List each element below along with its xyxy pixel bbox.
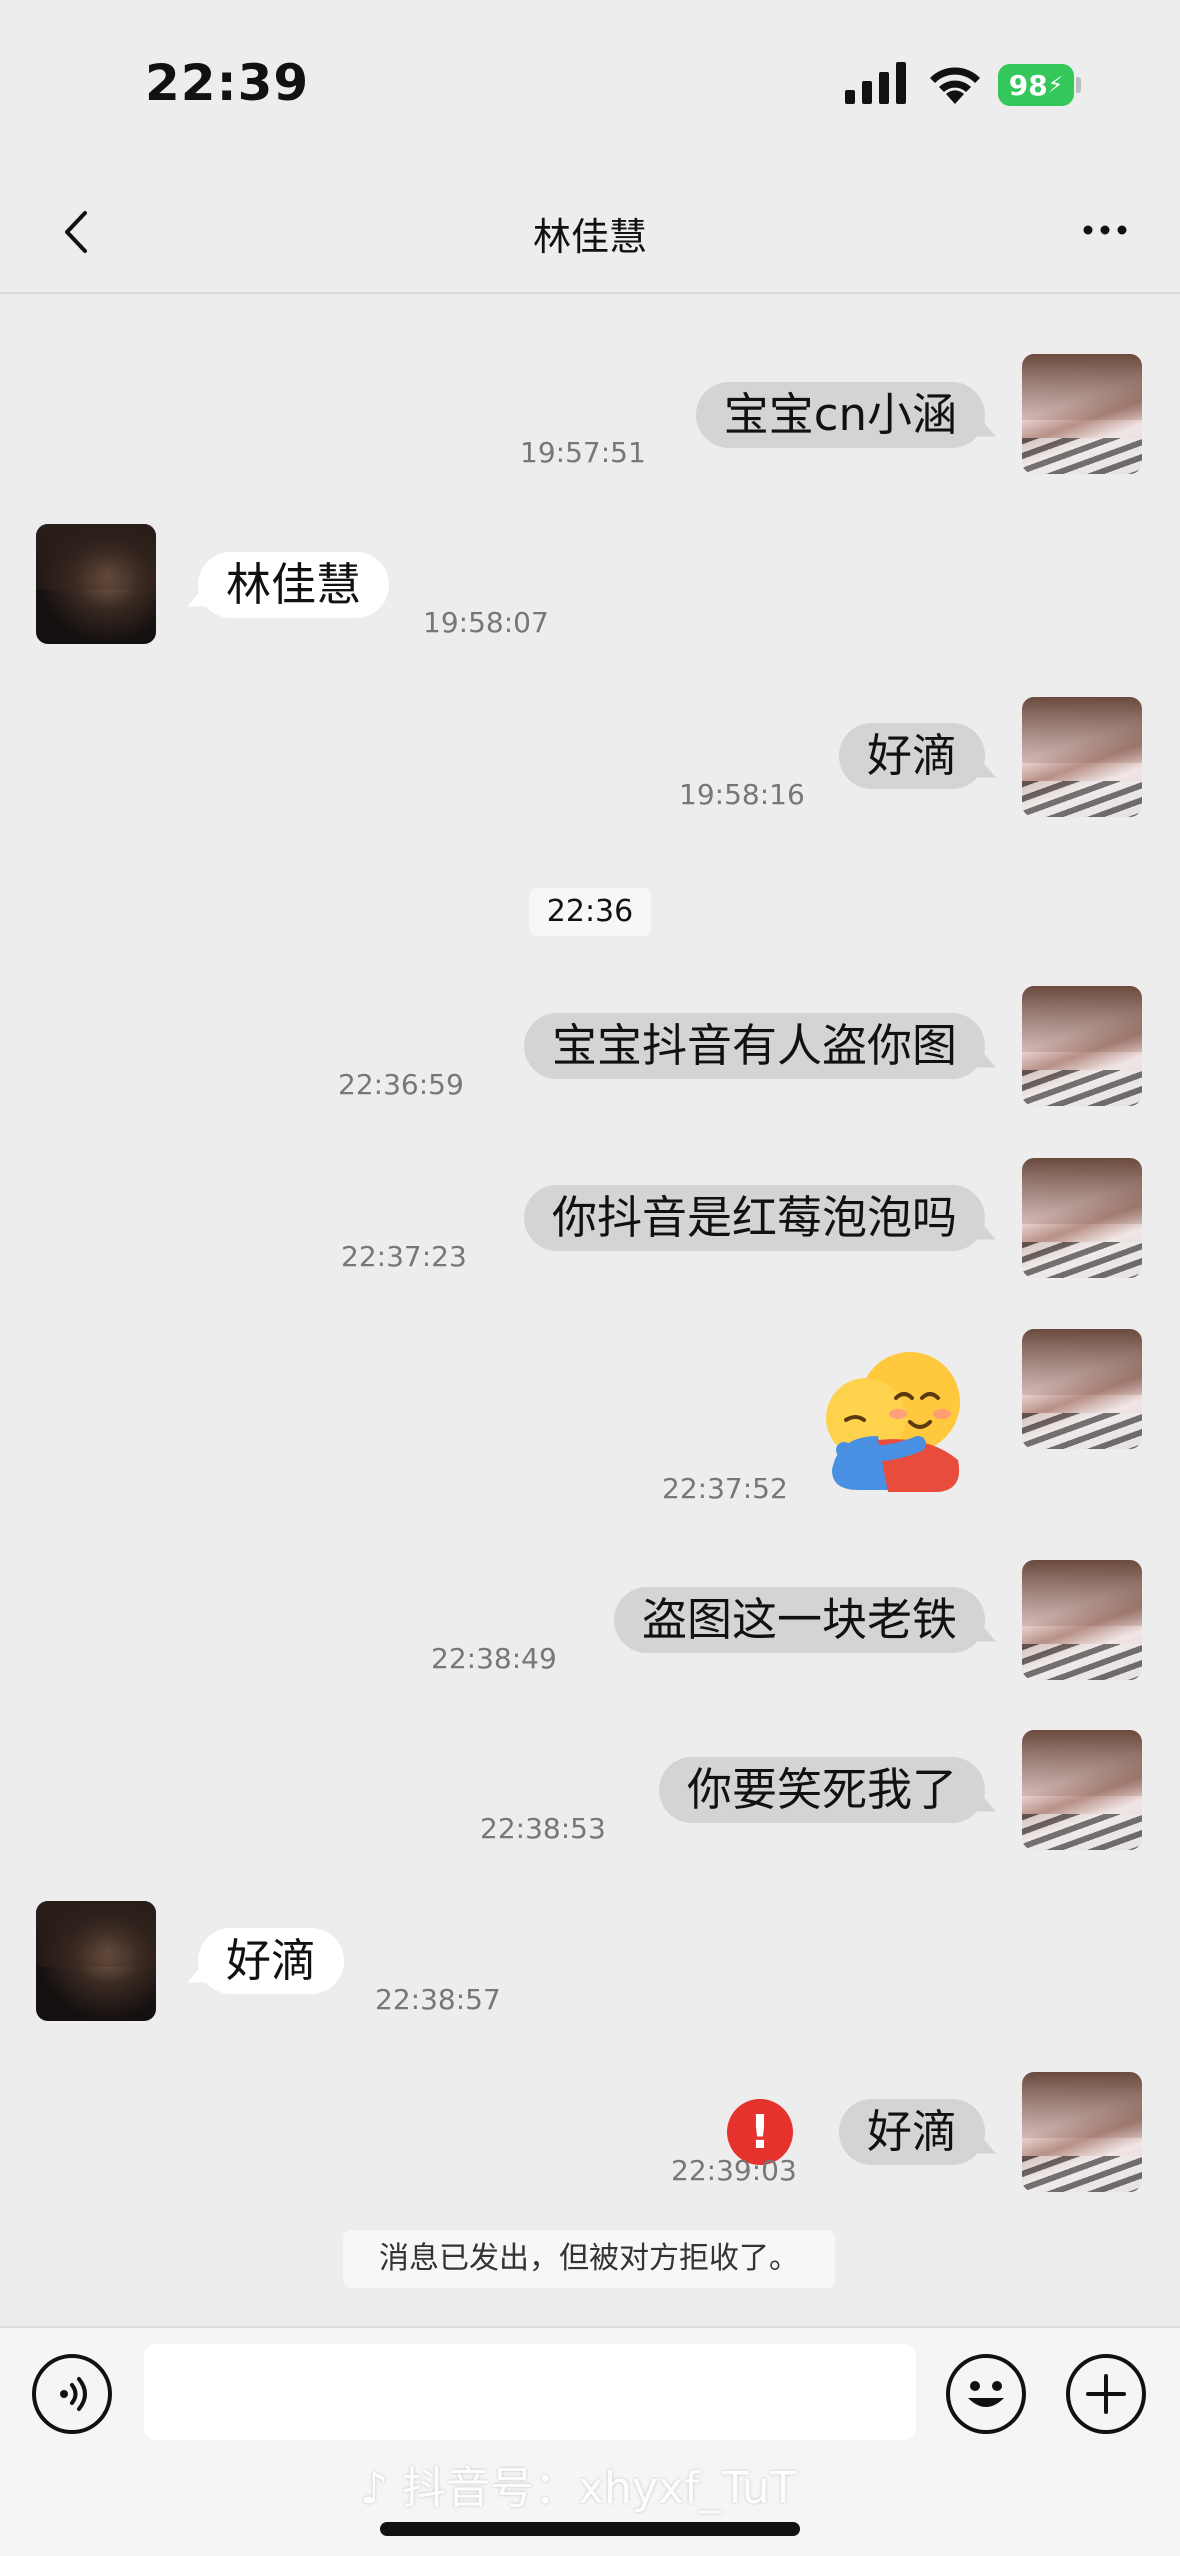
battery-indicator: 98 ⚡ (998, 64, 1074, 106)
message-timestamp: 19:58:16 (679, 778, 805, 811)
battery-nub (1076, 77, 1081, 93)
chevron-left-icon (65, 211, 87, 253)
more-dots-icon (1083, 225, 1127, 235)
watermark-text: 抖音号：xhyxf_TuT (402, 2463, 797, 2514)
battery-level: 98 (1008, 68, 1048, 102)
message-timestamp: 22:39:03 (671, 2154, 797, 2187)
message-timestamp: 22:38:57 (375, 1983, 501, 2016)
message-bubble[interactable]: 林佳慧 (198, 552, 390, 618)
my-avatar[interactable] (1022, 1560, 1142, 1680)
message-timestamp: 22:37:52 (662, 1472, 788, 1505)
wifi-icon (930, 67, 980, 104)
message-bubble[interactable]: 好滴 (838, 2099, 985, 2165)
plus-button[interactable] (1066, 2354, 1146, 2434)
my-avatar[interactable] (1022, 986, 1142, 1106)
voice-button[interactable] (32, 2354, 112, 2434)
message-timestamp: 19:57:51 (520, 436, 646, 469)
contact-avatar[interactable] (36, 1901, 156, 2021)
home-indicator[interactable] (380, 2522, 800, 2536)
message-timestamp: 22:38:49 (431, 1642, 557, 1675)
my-avatar[interactable] (1022, 2072, 1142, 2192)
douyin-logo-icon: ♪ (360, 2463, 403, 2514)
message-bubble[interactable]: 宝宝cn小涵 (695, 382, 985, 448)
back-button[interactable] (44, 200, 108, 264)
input-bar: ♪ 抖音号：xhyxf_TuT (0, 2326, 1180, 2556)
more-button[interactable] (1075, 200, 1135, 260)
time-divider: 22:36 (529, 888, 651, 936)
emoji-button[interactable] (946, 2354, 1026, 2434)
voice-icon (60, 2377, 87, 2411)
cellular-signal-icon (845, 62, 906, 104)
message-timestamp: 22:38:53 (480, 1812, 606, 1845)
my-avatar[interactable] (1022, 354, 1142, 474)
message-bubble[interactable]: 你抖音是红莓泡泡吗 (523, 1185, 985, 1251)
plus-icon (1086, 2374, 1126, 2414)
emoji-icon (968, 2381, 1004, 2407)
message-bubble[interactable]: 好滴 (838, 723, 985, 789)
message-bubble[interactable]: 宝宝抖音有人盗你图 (523, 1013, 985, 1079)
message-timestamp: 22:36:59 (338, 1068, 464, 1101)
nav-bar: 林佳慧 (0, 170, 1180, 294)
my-avatar[interactable] (1022, 697, 1142, 817)
my-avatar[interactable] (1022, 1158, 1142, 1278)
my-avatar[interactable] (1022, 1730, 1142, 1850)
message-timestamp: 22:37:23 (341, 1240, 467, 1273)
message-bubble[interactable]: 盗图这一块老铁 (613, 1587, 985, 1653)
douyin-watermark: ♪ 抖音号：xhyxf_TuT (360, 2452, 797, 2516)
hugging-face-sticker[interactable] (818, 1340, 968, 1500)
chat-screen: 22:39 98 ⚡ 林佳慧 宝宝cn小涵 19:57:51 林佳慧 19:58… (0, 0, 1180, 2556)
contact-avatar[interactable] (36, 524, 156, 644)
message-bubble[interactable]: 好滴 (198, 1928, 345, 1994)
message-input[interactable] (144, 2344, 916, 2440)
status-time: 22:39 (145, 54, 310, 112)
message-timestamp: 19:58:07 (423, 606, 549, 639)
rejected-notice: 消息已发出，但被对方拒收了。 (343, 2230, 835, 2288)
chat-title: 林佳慧 (532, 215, 647, 259)
charging-bolt-icon: ⚡ (1047, 72, 1064, 98)
my-avatar[interactable] (1022, 1329, 1142, 1449)
message-bubble[interactable]: 你要笑死我了 (658, 1757, 985, 1823)
